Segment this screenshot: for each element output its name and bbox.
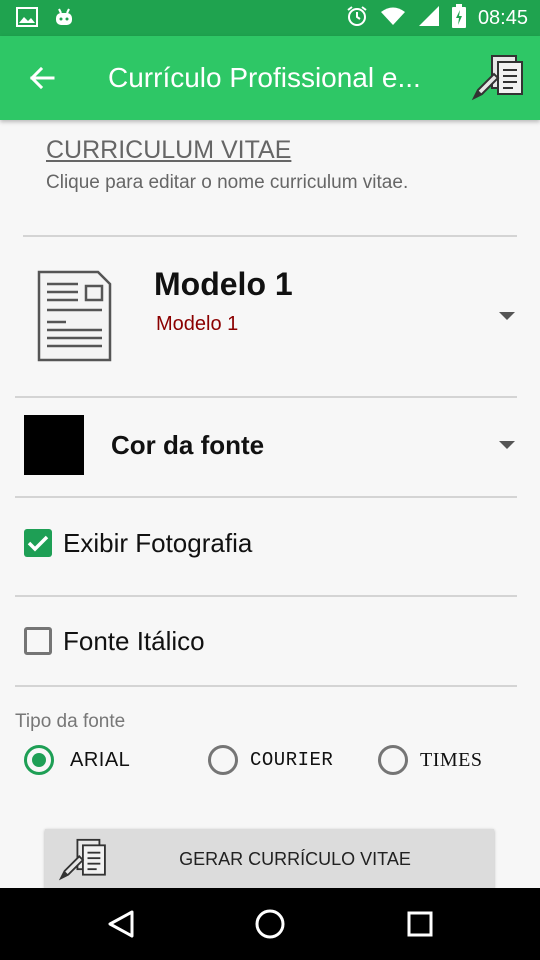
show-photo-checkbox[interactable]: Exibir Fotografia [24,523,252,563]
font-color-label: Cor da fonte [111,430,265,460]
generate-cv-button[interactable]: GERAR CURRÍCULO VITAE [45,829,494,889]
app-bar: Currículo Profissional e... [0,36,540,120]
radio-courier-label: COURIER [250,749,334,771]
square-recents-icon [407,911,433,937]
wifi-icon [380,6,406,31]
divider [23,235,517,237]
app-title: Currículo Profissional e... [108,62,421,93]
navigation-bar [0,888,540,960]
model-selected-value: Modelo 1 [156,313,239,335]
font-type-label: Tipo da fonte [15,711,126,732]
chevron-down-icon[interactable] [499,312,515,320]
show-photo-label: Exibir Fotografia [63,527,253,558]
nav-home-button[interactable] [250,906,290,942]
arrow-back-icon [29,66,55,90]
checkbox-checked-icon [24,529,52,557]
divider [15,595,517,597]
edit-document-icon [58,838,106,881]
radio-courier[interactable]: COURIER [208,744,333,776]
triangle-back-icon [108,910,134,938]
back-button[interactable] [20,58,64,98]
divider [15,685,517,687]
radio-times[interactable]: TIMES [378,744,483,776]
clock-time: 08:45 [477,6,528,29]
cv-name-link[interactable]: CURRICULUM VITAE [46,136,291,165]
document-template-icon [37,270,112,362]
radio-selected-icon [24,745,54,775]
status-bar: 08:45 [0,0,540,36]
font-color-swatch [24,415,84,475]
nav-recents-button[interactable] [400,906,440,942]
italic-font-checkbox[interactable]: Fonte Itálico [24,621,205,661]
android-icon [54,7,74,32]
radio-arial[interactable]: ARIAL [24,744,130,776]
model-name: Modelo 1 [154,266,293,302]
divider [15,496,517,498]
circle-home-icon [255,909,285,939]
radio-arial-label: ARIAL [70,748,131,771]
divider [15,396,517,398]
nav-back-button[interactable] [101,906,141,942]
checkbox-unchecked-icon [24,627,52,655]
generate-cv-label: GERAR CURRÍCULO VITAE [179,849,411,869]
alarm-icon [346,5,368,32]
edit-document-icon [471,55,523,101]
chevron-down-icon[interactable] [499,441,515,449]
image-icon [16,7,38,32]
battery-charging-icon [451,3,466,33]
cv-name-hint: Clique para editar o nome curriculum vit… [46,172,409,193]
signal-icon [418,5,440,32]
edit-document-button[interactable] [470,54,524,102]
radio-times-label: TIMES [420,748,483,771]
radio-unselected-icon [208,745,238,775]
font-color-spinner[interactable] [15,405,525,485]
radio-unselected-icon [378,745,408,775]
italic-font-label: Fonte Itálico [63,625,205,656]
